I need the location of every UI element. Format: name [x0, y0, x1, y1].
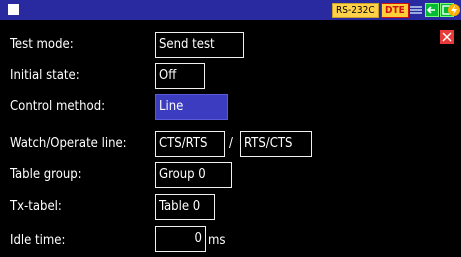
- table-group-field[interactable]: Group 0: [155, 162, 232, 188]
- dte-badge: DTE: [381, 3, 409, 18]
- control-method-label: Control method:: [10, 99, 106, 114]
- interface-badge: RS-232C: [332, 3, 379, 18]
- cable-icon: [410, 6, 422, 14]
- initial-state-field[interactable]: Off: [155, 63, 205, 89]
- test-mode-field[interactable]: Send test: [155, 32, 244, 58]
- tx-table-field[interactable]: Table 0: [155, 194, 215, 220]
- status-bar: RS-232C DTE: [0, 0, 461, 20]
- power-icon: [448, 4, 460, 16]
- tx-table-label: Tx-tabel:: [10, 199, 62, 214]
- watch-line-field[interactable]: CTS/RTS: [155, 131, 225, 157]
- idle-time-label: Idle time:: [10, 233, 66, 248]
- test-mode-label: Test mode:: [10, 37, 74, 52]
- operate-line-field[interactable]: RTS/CTS: [240, 131, 312, 157]
- close-button[interactable]: [440, 30, 454, 44]
- initial-state-label: Initial state:: [10, 68, 80, 83]
- arrow-left-icon: [425, 3, 439, 17]
- menu-icon[interactable]: [8, 4, 19, 15]
- idle-time-field[interactable]: 0: [155, 226, 206, 252]
- idle-time-unit: ms: [208, 233, 226, 248]
- table-group-label: Table group:: [10, 167, 82, 182]
- control-method-field[interactable]: Line: [155, 94, 228, 120]
- watch-operate-line-label: Watch/Operate line:: [10, 136, 127, 151]
- line-separator: /: [229, 136, 233, 151]
